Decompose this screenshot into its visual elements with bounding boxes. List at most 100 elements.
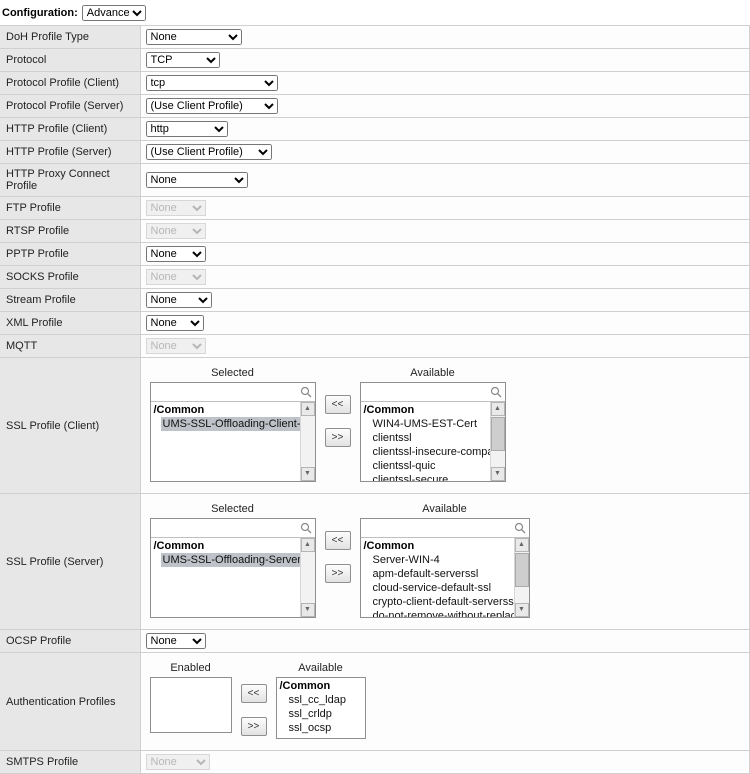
protocol-profile-client-label: Protocol Profile (Client) — [0, 72, 140, 95]
scroll-down-icon[interactable]: ▼ — [515, 603, 529, 617]
row-smtps-profile: SMTPS Profile None — [0, 751, 750, 774]
scroll-up-icon[interactable]: ▲ — [301, 402, 315, 416]
row-ocsp-profile: OCSP Profile None — [0, 630, 750, 653]
doh-profile-type-select[interactable]: None — [146, 29, 242, 45]
row-pptp-profile: PPTP Profile None — [0, 243, 750, 266]
mqtt-label: MQTT — [0, 335, 140, 358]
list-item[interactable]: do-not-remove-without-replacement — [371, 609, 514, 617]
scroll-up-icon[interactable]: ▲ — [491, 402, 505, 416]
ssl-client-available-search-input[interactable] — [361, 383, 505, 400]
list-item[interactable]: ssl_ocsp — [287, 721, 365, 735]
ftp-profile-label: FTP Profile — [0, 197, 140, 220]
search-icon — [300, 386, 312, 401]
pptp-profile-select[interactable]: None — [146, 246, 206, 262]
auth-enabled-header: Enabled — [150, 660, 232, 677]
scroll-up-icon[interactable]: ▲ — [301, 538, 315, 552]
list-item[interactable]: clientssl-secure — [371, 473, 490, 481]
ssl-server-available-search-input[interactable] — [361, 519, 529, 536]
row-ftp-profile: FTP Profile None — [0, 197, 750, 220]
search-icon — [300, 522, 312, 537]
row-protocol-profile-client: Protocol Profile (Client) tcp — [0, 72, 750, 95]
list-item[interactable]: Server-WIN-4 — [371, 553, 514, 567]
scrollbar-thumb[interactable] — [515, 553, 529, 587]
move-right-button[interactable]: >> — [325, 564, 351, 583]
row-xml-profile: XML Profile None — [0, 312, 750, 335]
ssl-server-dual-list: Selected /Common UMS-SSL-Offloading-Serv… — [146, 497, 750, 626]
list-item[interactable]: /Common — [361, 403, 490, 417]
rtsp-profile-select: None — [146, 223, 206, 239]
row-http-proxy-connect-profile: HTTP Proxy Connect Profile None — [0, 164, 750, 197]
move-right-button[interactable]: >> — [325, 428, 351, 447]
move-right-button[interactable]: >> — [241, 717, 267, 736]
scrollbar[interactable]: ▲ ▼ — [300, 538, 315, 617]
ocsp-profile-label: OCSP Profile — [0, 630, 140, 653]
ssl-server-selected-header: Selected — [150, 501, 316, 518]
configuration-select[interactable]: Advanced — [82, 5, 146, 21]
ftp-profile-select: None — [146, 200, 206, 216]
ocsp-profile-select[interactable]: None — [146, 633, 206, 649]
list-item[interactable]: apm-default-serverssl — [371, 567, 514, 581]
list-item[interactable]: crypto-client-default-serverssl — [371, 595, 514, 609]
list-item[interactable]: /Common — [151, 539, 300, 553]
http-profile-server-label: HTTP Profile (Server) — [0, 141, 140, 164]
scrollbar-thumb[interactable] — [491, 417, 505, 451]
scrollbar[interactable]: ▲ ▼ — [300, 402, 315, 481]
ssl-client-available-header: Available — [360, 365, 506, 382]
row-mqtt: MQTT None — [0, 335, 750, 358]
ssl-client-selected-header: Selected — [150, 365, 316, 382]
list-item[interactable]: WIN4-UMS-EST-Cert — [371, 417, 490, 431]
configuration-label: Configuration: — [2, 7, 78, 19]
stream-profile-label: Stream Profile — [0, 289, 140, 312]
http-profile-client-label: HTTP Profile (Client) — [0, 118, 140, 141]
list-item[interactable]: /Common — [151, 403, 300, 417]
scrollbar[interactable]: ▲ ▼ — [514, 538, 529, 617]
list-item[interactable]: /Common — [361, 539, 514, 553]
row-protocol-profile-server: Protocol Profile (Server) (Use Client Pr… — [0, 95, 750, 118]
stream-profile-select[interactable]: None — [146, 292, 212, 308]
list-item[interactable]: /Common — [277, 679, 365, 693]
http-profile-client-select[interactable]: http — [146, 121, 228, 137]
move-left-button[interactable]: << — [325, 395, 351, 414]
list-item[interactable]: clientssl — [371, 431, 490, 445]
authentication-dual-list: Enabled << >> Available /Common ssl_cc_l… — [146, 656, 750, 747]
search-icon — [514, 522, 526, 537]
ssl-profile-server-label: SSL Profile (Server) — [0, 494, 140, 630]
configuration-table: DoH Profile Type None Protocol TCP Proto… — [0, 25, 750, 774]
row-http-profile-client: HTTP Profile (Client) http — [0, 118, 750, 141]
scroll-down-icon[interactable]: ▼ — [301, 467, 315, 481]
list-item[interactable]: cloud-service-default-ssl — [371, 581, 514, 595]
protocol-label: Protocol — [0, 49, 140, 72]
list-item[interactable]: ssl_crldp — [287, 707, 365, 721]
smtps-profile-select: None — [146, 754, 210, 770]
list-item[interactable]: clientssl-quic — [371, 459, 490, 473]
protocol-profile-client-select[interactable]: tcp — [146, 75, 278, 91]
scrollbar[interactable]: ▲ ▼ — [490, 402, 505, 481]
authentication-profiles-label: Authentication Profiles — [0, 653, 140, 751]
protocol-select[interactable]: TCP — [146, 52, 220, 68]
auth-enabled-list[interactable] — [150, 677, 232, 733]
row-protocol: Protocol TCP — [0, 49, 750, 72]
scroll-down-icon[interactable]: ▼ — [491, 467, 505, 481]
search-icon — [490, 386, 502, 401]
move-left-button[interactable]: << — [325, 531, 351, 550]
ssl-client-selected-search-input[interactable] — [151, 383, 315, 400]
xml-profile-select[interactable]: None — [146, 315, 204, 331]
list-item[interactable]: UMS-SSL-Offloading-Server-Profile — [161, 553, 300, 567]
ssl-profile-client-label: SSL Profile (Client) — [0, 358, 140, 494]
xml-profile-label: XML Profile — [0, 312, 140, 335]
scroll-up-icon[interactable]: ▲ — [515, 538, 529, 552]
row-doh-profile-type: DoH Profile Type None — [0, 26, 750, 49]
list-item[interactable]: UMS-SSL-Offloading-Client-Profile — [161, 417, 300, 431]
ssl-server-selected-search-input[interactable] — [151, 519, 315, 536]
row-ssl-profile-server: SSL Profile (Server) Selected — [0, 494, 750, 630]
list-item[interactable]: clientssl-insecure-compatible — [371, 445, 490, 459]
protocol-profile-server-select[interactable]: (Use Client Profile) — [146, 98, 278, 114]
move-left-button[interactable]: << — [241, 684, 267, 703]
list-item[interactable]: ssl_cc_ldap — [287, 693, 365, 707]
http-profile-server-select[interactable]: (Use Client Profile) — [146, 144, 272, 160]
scroll-down-icon[interactable]: ▼ — [301, 603, 315, 617]
http-proxy-connect-profile-select[interactable]: None — [146, 172, 248, 188]
ssl-server-available-header: Available — [360, 501, 530, 518]
http-proxy-connect-profile-label: HTTP Proxy Connect Profile — [0, 164, 140, 197]
smtps-profile-label: SMTPS Profile — [0, 751, 140, 774]
